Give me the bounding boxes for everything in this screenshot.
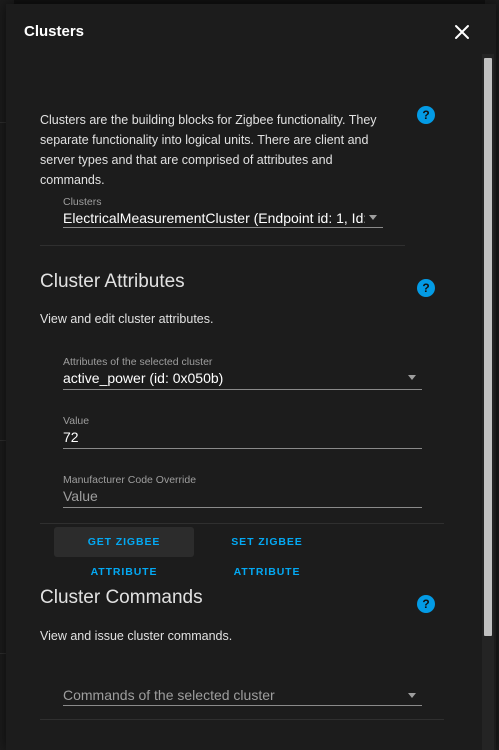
attributes-help-icon[interactable]: ? bbox=[417, 279, 435, 297]
clusters-dialog: Clusters Clusters are the building block… bbox=[6, 4, 496, 750]
dialog-title: Clusters bbox=[24, 23, 85, 40]
section-divider bbox=[40, 719, 444, 720]
scrollbar-thumb[interactable] bbox=[484, 58, 492, 636]
command-select-placeholder: Commands of the selected cluster bbox=[63, 687, 275, 703]
dialog-header: Clusters bbox=[6, 4, 496, 60]
manufacturer-code-input[interactable]: Manufacturer Code Override Value bbox=[63, 474, 422, 508]
chevron-down-icon bbox=[369, 215, 377, 220]
commands-section-title: Cluster Commands bbox=[40, 587, 203, 608]
value-input-value: 72 bbox=[63, 429, 79, 445]
clusters-description: Clusters are the building blocks for Zig… bbox=[40, 113, 377, 187]
section-divider bbox=[40, 523, 444, 524]
dialog-scrollbar[interactable] bbox=[482, 54, 494, 750]
attribute-select-label: Attributes of the selected cluster bbox=[63, 356, 213, 368]
command-select-underline bbox=[63, 705, 422, 706]
section-divider bbox=[40, 245, 405, 246]
manufacturer-code-placeholder: Value bbox=[63, 488, 98, 504]
attribute-select-underline bbox=[63, 389, 422, 390]
clusters-select[interactable]: Clusters ElectricalMeasurementCluster (E… bbox=[63, 196, 383, 228]
clusters-select-underline bbox=[63, 227, 383, 228]
attributes-description: View and edit cluster attributes. bbox=[40, 312, 214, 326]
dialog-content: Clusters are the building blocks for Zig… bbox=[6, 60, 480, 750]
value-input-underline bbox=[63, 448, 422, 449]
attributes-section-title: Cluster Attributes bbox=[40, 271, 185, 292]
clusters-select-value: ElectricalMeasurementCluster (Endpoint i… bbox=[63, 210, 365, 226]
set-zigbee-attribute-button[interactable]: SET ZIGBEE ATTRIBUTE bbox=[197, 527, 337, 578]
close-icon bbox=[455, 25, 469, 39]
get-zigbee-attribute-button[interactable]: GET ZIGBEE ATTRIBUTE bbox=[54, 527, 194, 578]
attribute-value-input[interactable]: Value 72 bbox=[63, 415, 422, 449]
chevron-down-icon bbox=[408, 693, 416, 698]
attribute-select[interactable]: Attributes of the selected cluster activ… bbox=[63, 356, 422, 390]
attribute-select-value: active_power (id: 0x050b) bbox=[63, 370, 224, 386]
command-select[interactable]: Commands of the selected cluster bbox=[63, 672, 422, 706]
clusters-select-label: Clusters bbox=[63, 196, 102, 208]
commands-description: View and issue cluster commands. bbox=[40, 629, 233, 643]
close-button[interactable] bbox=[450, 20, 474, 44]
commands-help-icon[interactable]: ? bbox=[417, 595, 435, 613]
manufacturer-code-label: Manufacturer Code Override bbox=[63, 474, 197, 486]
chevron-down-icon bbox=[408, 375, 416, 380]
clusters-help-icon[interactable]: ? bbox=[417, 106, 435, 124]
value-input-label: Value bbox=[63, 415, 90, 427]
manufacturer-code-underline bbox=[63, 507, 422, 508]
